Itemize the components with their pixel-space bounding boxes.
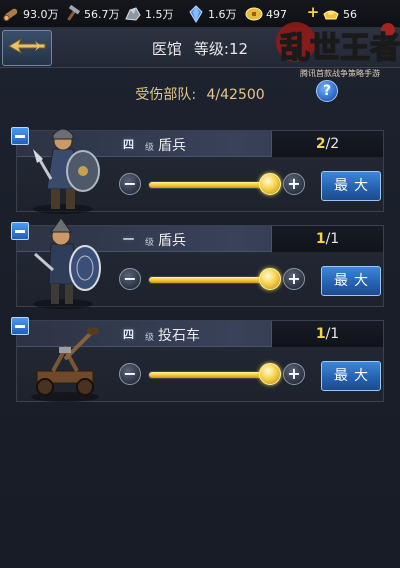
unit-level: 四 bbox=[123, 138, 134, 151]
slider-handle[interactable] bbox=[259, 173, 281, 195]
unit-level-badge: 四 级 bbox=[123, 133, 159, 155]
building-level: 等级:12 bbox=[193, 40, 249, 58]
resource-hammer[interactable]: 56.7万 bbox=[63, 4, 120, 24]
unit-level: 一 bbox=[123, 233, 134, 246]
unit-level-badge: 一 级 bbox=[123, 228, 159, 250]
add-gold-button[interactable]: + bbox=[306, 5, 320, 20]
resource-iron-value: 1.5万 bbox=[145, 8, 174, 21]
unit-count: 1/1 bbox=[271, 226, 383, 252]
unit-name: 投石车 bbox=[158, 328, 200, 344]
slider-handle[interactable] bbox=[259, 363, 281, 385]
iron-ore-icon bbox=[124, 5, 142, 23]
quantity-slider[interactable] bbox=[148, 371, 270, 379]
resource-gold-coin-value: 497 bbox=[266, 7, 287, 21]
increase-button[interactable]: + bbox=[283, 363, 305, 385]
resource-wood-value: 93.0万 bbox=[23, 8, 59, 21]
unit-level-badge: 四 级 bbox=[123, 323, 159, 345]
unit-level: 四 bbox=[123, 328, 134, 341]
unit-name: 盾兵 bbox=[158, 138, 186, 154]
resource-wood[interactable]: 93.0万 bbox=[2, 4, 59, 24]
gold-coin-icon bbox=[245, 5, 263, 23]
resource-iron[interactable]: 1.5万 bbox=[124, 4, 174, 24]
help-button[interactable]: ? bbox=[316, 80, 338, 102]
unit-level-suffix: 级 bbox=[145, 143, 155, 153]
resource-hammer-value: 56.7万 bbox=[84, 8, 120, 21]
wood-log-icon bbox=[2, 5, 20, 23]
unit-name: 盾兵 bbox=[158, 233, 186, 249]
slider-fill bbox=[149, 182, 269, 188]
quantity-slider[interactable] bbox=[148, 276, 270, 284]
max-button[interactable]: 最大 bbox=[321, 361, 381, 391]
unit-count-current: 1 bbox=[315, 231, 326, 247]
increase-button[interactable]: + bbox=[283, 173, 305, 195]
unit-count-current: 1 bbox=[315, 326, 326, 342]
unit-card: 四 级 盾兵 2/2 − + 最大 bbox=[11, 127, 384, 214]
unit-count: 2/2 bbox=[271, 131, 383, 157]
unit-level-suffix: 级 bbox=[145, 238, 155, 248]
building-name: 医馆 bbox=[151, 40, 182, 58]
unit-card: 一 级 盾兵 1/1 − + 最大 bbox=[11, 217, 384, 309]
decrease-button[interactable]: − bbox=[119, 173, 141, 195]
logo-subtitle: 腾讯首款战争策略手游 bbox=[300, 68, 380, 78]
max-button[interactable]: 最大 bbox=[321, 266, 381, 296]
unit-count-total: /1 bbox=[325, 326, 340, 342]
quantity-slider[interactable] bbox=[148, 181, 270, 189]
slider-fill bbox=[149, 277, 269, 283]
hammer-icon bbox=[63, 5, 81, 23]
unit-count-total: /2 bbox=[325, 136, 340, 152]
shield-soldier-portrait-icon bbox=[23, 119, 109, 215]
unit-card: 四 级 投石车 1/1 − + 最大 bbox=[11, 317, 384, 402]
unit-count-total: /1 bbox=[325, 231, 340, 247]
wounded-troops: 受伤部队: 4/42500 bbox=[0, 84, 400, 104]
wounded-value: 4/42500 bbox=[206, 87, 265, 103]
increase-button[interactable]: + bbox=[283, 268, 305, 290]
resource-crystal-value: 1.6万 bbox=[208, 8, 237, 21]
unit-count: 1/1 bbox=[271, 321, 383, 347]
max-button[interactable]: 最大 bbox=[321, 171, 381, 201]
decrease-button[interactable]: − bbox=[119, 363, 141, 385]
catapult-portrait-icon bbox=[23, 309, 109, 405]
crystal-icon bbox=[187, 5, 205, 23]
resource-ingot-value: 56 bbox=[343, 7, 357, 21]
game-logo: 乱世王者 腾讯首款战争策略手游 bbox=[276, 20, 400, 82]
logo-title: 乱世王者 bbox=[280, 31, 400, 66]
slider-handle[interactable] bbox=[259, 268, 281, 290]
shield-soldier-portrait-icon bbox=[23, 214, 109, 310]
slider-fill bbox=[149, 372, 269, 378]
unit-level-suffix: 级 bbox=[145, 333, 155, 343]
unit-count-current: 2 bbox=[315, 136, 326, 152]
wounded-label: 受伤部队: bbox=[135, 87, 197, 103]
resource-crystal[interactable]: 1.6万 bbox=[187, 4, 237, 24]
decrease-button[interactable]: − bbox=[119, 268, 141, 290]
